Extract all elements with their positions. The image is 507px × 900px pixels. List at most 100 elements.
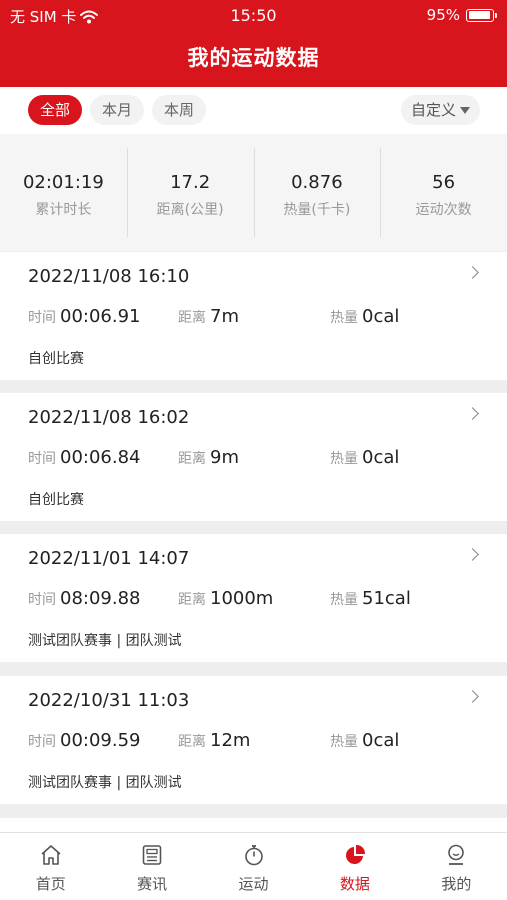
tab-label: 我的 [441,875,472,893]
summary-value: 56 [432,172,456,193]
calories-label: 热量 [330,451,358,467]
summary-label: 热量(千卡) [283,202,351,218]
filter-custom-dropdown[interactable]: 自定义 [400,95,480,125]
record-stats: 时间 00:09.59 距离 12m 热量 0cal [28,730,498,754]
time-label: 时间 [28,451,56,467]
record-calories: 热量 0cal [330,447,399,468]
filter-all-chip[interactable]: 全部 [28,95,83,125]
calories-value: 51cal [362,588,411,609]
chevron-right-icon [466,690,479,703]
profile-icon [448,844,465,865]
record-description: 测试团队赛事 | 团队测试 [28,633,182,649]
chevron-right-icon [466,407,479,420]
summary-total-duration: 02:01:19 累计时长 [0,134,127,251]
summary-distance: 17.2 距离(公里) [126,134,254,251]
battery-percent: 95% [426,6,460,24]
calories-value: 0cal [362,306,400,327]
tab-label: 首页 [35,875,66,893]
record-description: 测试团队赛事 | 团队测试 [28,775,182,791]
tab-news[interactable]: 赛讯 [101,833,202,900]
home-icon [41,845,61,865]
dropdown-triangle-icon [460,106,470,114]
tab-sport[interactable]: 运动 [203,833,304,900]
record-card[interactable]: 2022/11/08 16:02 时间 00:06.84 距离 9m 热量 0cal … [0,393,507,521]
record-time: 时间 00:06.84 [28,447,141,468]
record-datetime: 2022/11/08 16:02 [28,407,190,428]
record-time: 时间 08:09.88 [28,588,141,609]
record-datetime: 2022/11/08 16:10 [28,266,190,287]
time-value: 00:09.59 [60,730,141,751]
tab-data[interactable]: 数据 [304,833,405,900]
summary-value: 02:01:19 [22,172,104,193]
record-calories: 热量 0cal [330,730,399,751]
record-time: 时间 00:09.59 [28,730,141,751]
bottom-tab-bar: 首页 赛讯 运动 数据 我的 [0,832,507,900]
time-value: 00:06.84 [60,447,141,468]
summary-value: 0.876 [291,172,343,193]
record-card[interactable]: 2022/10/31 11:03 时间 00:09.59 距离 12m 热量 0cal… [0,676,507,804]
record-datetime: 2022/11/01 14:07 [28,548,190,569]
time-value: 08:09.88 [60,588,141,609]
filter-custom-label: 自定义 [410,101,456,119]
pie-chart-icon [345,844,365,864]
summary-label: 距离(公里) [156,202,224,218]
status-bar: 无 SIM 卡 15:50 95% [0,0,507,30]
news-icon [142,845,162,865]
distance-label: 距离 [178,592,206,608]
filter-week-chip[interactable]: 本周 [152,95,207,125]
tab-profile[interactable]: 我的 [406,833,507,900]
distance-value: 1000m [210,588,274,609]
record-card[interactable]: 2022/11/01 14:07 时间 08:09.88 距离 1000m 热量 51… [0,534,507,662]
calories-label: 热量 [330,734,358,750]
distance-label: 距离 [178,734,206,750]
distance-value: 9m [210,447,239,468]
calories-value: 0cal [362,447,400,468]
app-header: 无 SIM 卡 15:50 95% 我的运动数据 [0,0,507,87]
record-description: 自创比赛 [28,492,84,508]
record-distance: 距离 9m [178,447,239,468]
record-datetime: 2022/10/31 11:03 [28,690,190,711]
chevron-right-icon [466,548,479,561]
summary-workout-count: 56 运动次数 [380,134,507,251]
record-card[interactable]: 2022/11/08 16:10 时间 00:06.91 距离 7m 热量 0cal … [0,252,507,380]
distance-value: 7m [210,306,239,327]
record-distance: 距离 12m [178,730,250,751]
summary-panel: 02:01:19 累计时长 17.2 距离(公里) 0.876 热量(千卡) 5… [0,134,507,251]
record-calories: 热量 51cal [330,588,411,609]
record-stats: 时间 00:06.91 距离 7m 热量 0cal [28,306,498,330]
summary-label: 累计时长 [35,202,92,218]
distance-label: 距离 [178,451,206,467]
filter-month-chip[interactable]: 本月 [90,95,145,125]
tab-label: 运动 [238,875,269,893]
summary-calories: 0.876 热量(千卡) [253,134,381,251]
battery-icon [466,8,494,22]
distance-label: 距离 [178,310,206,326]
calories-label: 热量 [330,592,358,608]
record-calories: 热量 0cal [330,306,399,327]
record-card-partial [0,818,507,832]
record-description: 自创比赛 [28,351,84,367]
calories-value: 0cal [362,730,400,751]
record-distance: 距离 7m [178,306,239,327]
tab-home[interactable]: 首页 [0,833,101,900]
page-title: 我的运动数据 [187,46,320,70]
status-right: 95% [427,6,497,24]
tab-label: 数据 [339,875,370,893]
time-label: 时间 [28,310,56,326]
summary-label: 运动次数 [415,202,472,218]
time-value: 00:06.91 [60,306,141,327]
time-label: 时间 [28,734,56,750]
filter-bar: 全部 本月 本周 自定义 [0,87,507,134]
summary-value: 17.2 [170,172,211,193]
calories-label: 热量 [330,310,358,326]
distance-value: 12m [210,730,251,751]
record-distance: 距离 1000m [178,588,273,609]
record-time: 时间 00:06.91 [28,306,141,327]
time-label: 时间 [28,592,56,608]
tab-label: 赛讯 [137,875,168,893]
battery-cap [495,12,497,18]
chevron-right-icon [466,266,479,279]
stopwatch-icon [244,845,263,866]
record-stats: 时间 00:06.84 距离 9m 热量 0cal [28,447,498,471]
record-stats: 时间 08:09.88 距离 1000m 热量 51cal [28,588,498,612]
